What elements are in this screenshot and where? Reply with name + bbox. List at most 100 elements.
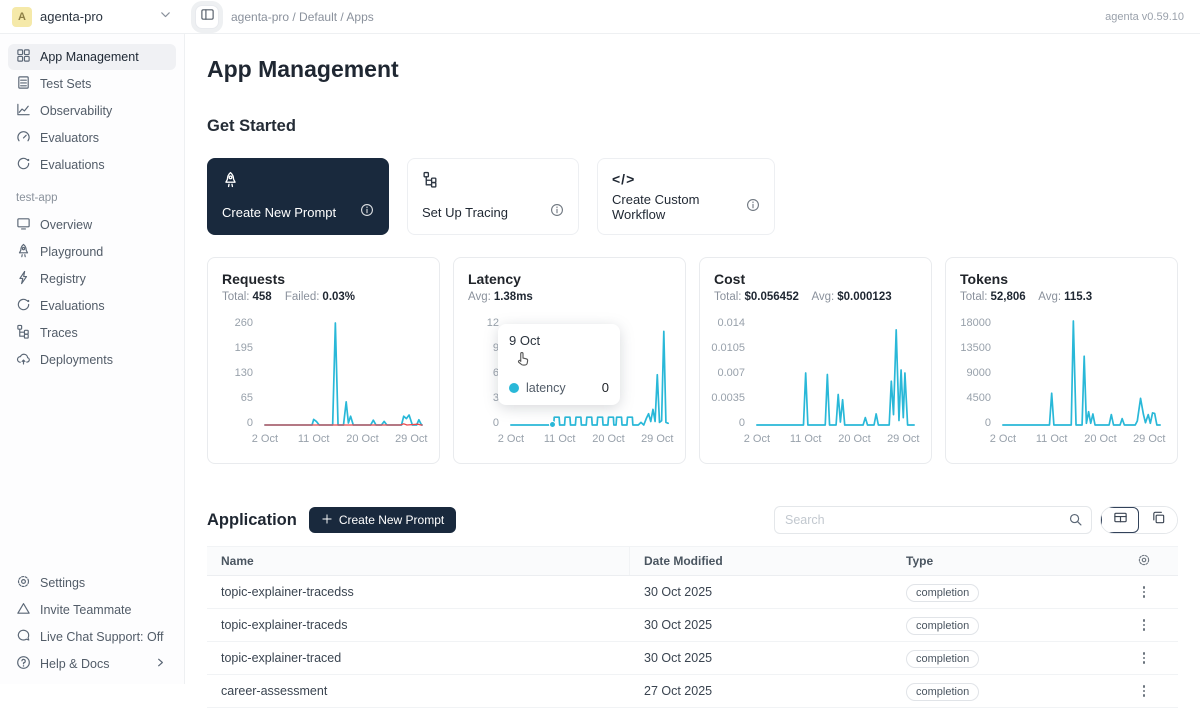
application-header: Application Create New Prompt: [207, 506, 1178, 534]
sidebar-item-app-management[interactable]: App Management: [8, 44, 176, 70]
app-name: topic-explainer-traced: [207, 642, 630, 674]
sidebar-item-traces[interactable]: Traces: [8, 320, 176, 346]
sidebar: App Management Test Sets Observability E…: [0, 34, 185, 684]
table-view-icon: [1113, 510, 1128, 530]
info-icon[interactable]: [746, 198, 760, 217]
sidebar-item-playground[interactable]: Playground: [8, 239, 176, 265]
search-input[interactable]: [774, 506, 1092, 534]
requests-chart-card: Requests Total:458 Failed:0.03% 26019513…: [207, 257, 440, 464]
app-type-badge: completion: [906, 683, 979, 701]
main-content: App Management Get Started Create New Pr…: [185, 34, 1200, 684]
app-type-badge: completion: [906, 617, 979, 635]
bolt-icon: [16, 270, 31, 288]
org-switcher[interactable]: A agenta-pro: [0, 7, 185, 27]
sidebar-item-registry[interactable]: Registry: [8, 266, 176, 292]
card-label: Create Custom Workflow: [612, 192, 746, 222]
sidebar-item-label: Evaluations: [40, 158, 105, 172]
card-label: Set Up Tracing: [422, 205, 508, 220]
sidebar-item-label: Playground: [40, 245, 103, 259]
sidebar-item-label: Evaluations: [40, 299, 105, 313]
sidebar-item-deployments[interactable]: Deployments: [8, 347, 176, 373]
sidebar-toggle-button[interactable]: [195, 5, 219, 29]
info-icon[interactable]: [360, 203, 374, 222]
app-version: agenta v0.59.10: [1105, 11, 1184, 23]
column-header-date[interactable]: Date Modified: [630, 554, 892, 568]
app-type-badge: completion: [906, 650, 979, 668]
sidebar-item-live-chat[interactable]: Live Chat Support: Off: [8, 624, 176, 650]
rocket-icon: [222, 171, 374, 193]
top-bar: A agenta-pro agenta-pro / Default / Apps…: [0, 0, 1200, 34]
table-row[interactable]: topic-explainer-traceds 30 Oct 2025 comp…: [207, 609, 1178, 642]
table-view-button[interactable]: [1101, 507, 1139, 533]
sidebar-item-evaluators[interactable]: Evaluators: [8, 125, 176, 151]
loop-icon: [16, 156, 31, 174]
app-date-modified: 27 Oct 2025: [630, 684, 892, 698]
org-avatar: A: [12, 7, 32, 27]
plot-area[interactable]: [262, 317, 425, 429]
y-axis-labels: 1800013500900045000: [960, 317, 1000, 429]
create-custom-workflow-card[interactable]: </> Create Custom Workflow: [597, 158, 775, 235]
panel-toggle-icon: [200, 7, 215, 27]
sidebar-item-label: Observability: [40, 104, 112, 118]
table-row[interactable]: topic-explainer-traced 30 Oct 2025 compl…: [207, 642, 1178, 675]
column-header-name[interactable]: Name: [207, 547, 630, 575]
sidebar-item-evaluations[interactable]: Evaluations: [8, 152, 176, 178]
hovered-point: [549, 421, 556, 428]
x-axis-labels: 2 Oct11 Oct20 Oct29 Oct: [1000, 429, 1163, 447]
row-menu-button[interactable]: [1139, 615, 1150, 635]
tooltip-date: 9 Oct: [509, 333, 609, 348]
x-axis-labels: 2 Oct11 Oct20 Oct29 Oct: [754, 429, 917, 447]
column-header-type[interactable]: Type: [892, 554, 1110, 568]
series-dot: [509, 383, 519, 393]
sidebar-item-test-sets[interactable]: Test Sets: [8, 71, 176, 97]
loop-icon: [16, 297, 31, 315]
cost-chart-card: Cost Total:$0.056452 Avg:$0.000123 0.014…: [699, 257, 932, 464]
plot-area[interactable]: [754, 317, 917, 429]
card-view-button[interactable]: [1139, 507, 1177, 533]
card-label: Create New Prompt: [222, 205, 336, 220]
sidebar-item-overview[interactable]: Overview: [8, 212, 176, 238]
sidebar-item-settings[interactable]: Settings: [8, 570, 176, 596]
sidebar-item-help-docs[interactable]: Help & Docs: [8, 651, 176, 677]
chart-line-icon: [16, 102, 31, 120]
sidebar-item-label: Deployments: [40, 353, 113, 367]
sidebar-item-invite-teammate[interactable]: Invite Teammate: [8, 597, 176, 623]
cursor-pointer-icon: [514, 350, 532, 373]
sidebar-item-label: Traces: [40, 326, 78, 340]
create-new-prompt-button[interactable]: Create New Prompt: [309, 507, 456, 533]
invite-icon: [16, 601, 31, 619]
sidebar-item-label: Test Sets: [40, 77, 91, 91]
breadcrumb[interactable]: agenta-pro / Default / Apps: [231, 10, 374, 24]
app-name: topic-explainer-tracedss: [207, 576, 630, 608]
create-new-prompt-card[interactable]: Create New Prompt: [207, 158, 389, 235]
table-header: Name Date Modified Type: [207, 546, 1178, 576]
sidebar-item-observability[interactable]: Observability: [8, 98, 176, 124]
chart-title: Latency: [468, 271, 671, 287]
row-menu-button[interactable]: [1139, 681, 1150, 701]
tooltip-series: latency: [526, 381, 566, 395]
metrics-charts: Requests Total:458 Failed:0.03% 26019513…: [207, 257, 1178, 464]
search-icon[interactable]: [1068, 512, 1083, 532]
cloud-icon: [16, 351, 31, 369]
get-started-title: Get Started: [207, 117, 1178, 136]
sidebar-item-evaluations-app[interactable]: Evaluations: [8, 293, 176, 319]
sidebar-bottom: Settings Invite Teammate Live Chat Suppo…: [8, 570, 176, 678]
set-up-tracing-card[interactable]: Set Up Tracing: [407, 158, 579, 235]
row-menu-button[interactable]: [1139, 582, 1150, 602]
y-axis-labels: 260195130650: [222, 317, 262, 429]
row-menu-button[interactable]: [1139, 648, 1150, 668]
plot-area[interactable]: [1000, 317, 1163, 429]
info-icon[interactable]: [550, 203, 564, 222]
latency-chart-card: Latency Avg:1.38ms 129630 2 Oct11 Oct20 …: [453, 257, 686, 464]
table-row[interactable]: topic-explainer-tracedss 30 Oct 2025 com…: [207, 576, 1178, 609]
help-icon: [16, 655, 31, 673]
view-toggle: [1100, 506, 1178, 534]
sidebar-item-label: App Management: [40, 50, 139, 64]
column-settings-gear-icon[interactable]: [1137, 553, 1151, 570]
table-row[interactable]: career-assessment 27 Oct 2025 completion: [207, 675, 1178, 708]
application-title: Application: [207, 511, 297, 530]
grid-icon: [16, 48, 31, 66]
sidebar-item-label: Settings: [40, 576, 85, 590]
app-name: career-assessment: [207, 675, 630, 707]
chart-stats: Total:52,806 Avg:115.3: [960, 291, 1163, 303]
